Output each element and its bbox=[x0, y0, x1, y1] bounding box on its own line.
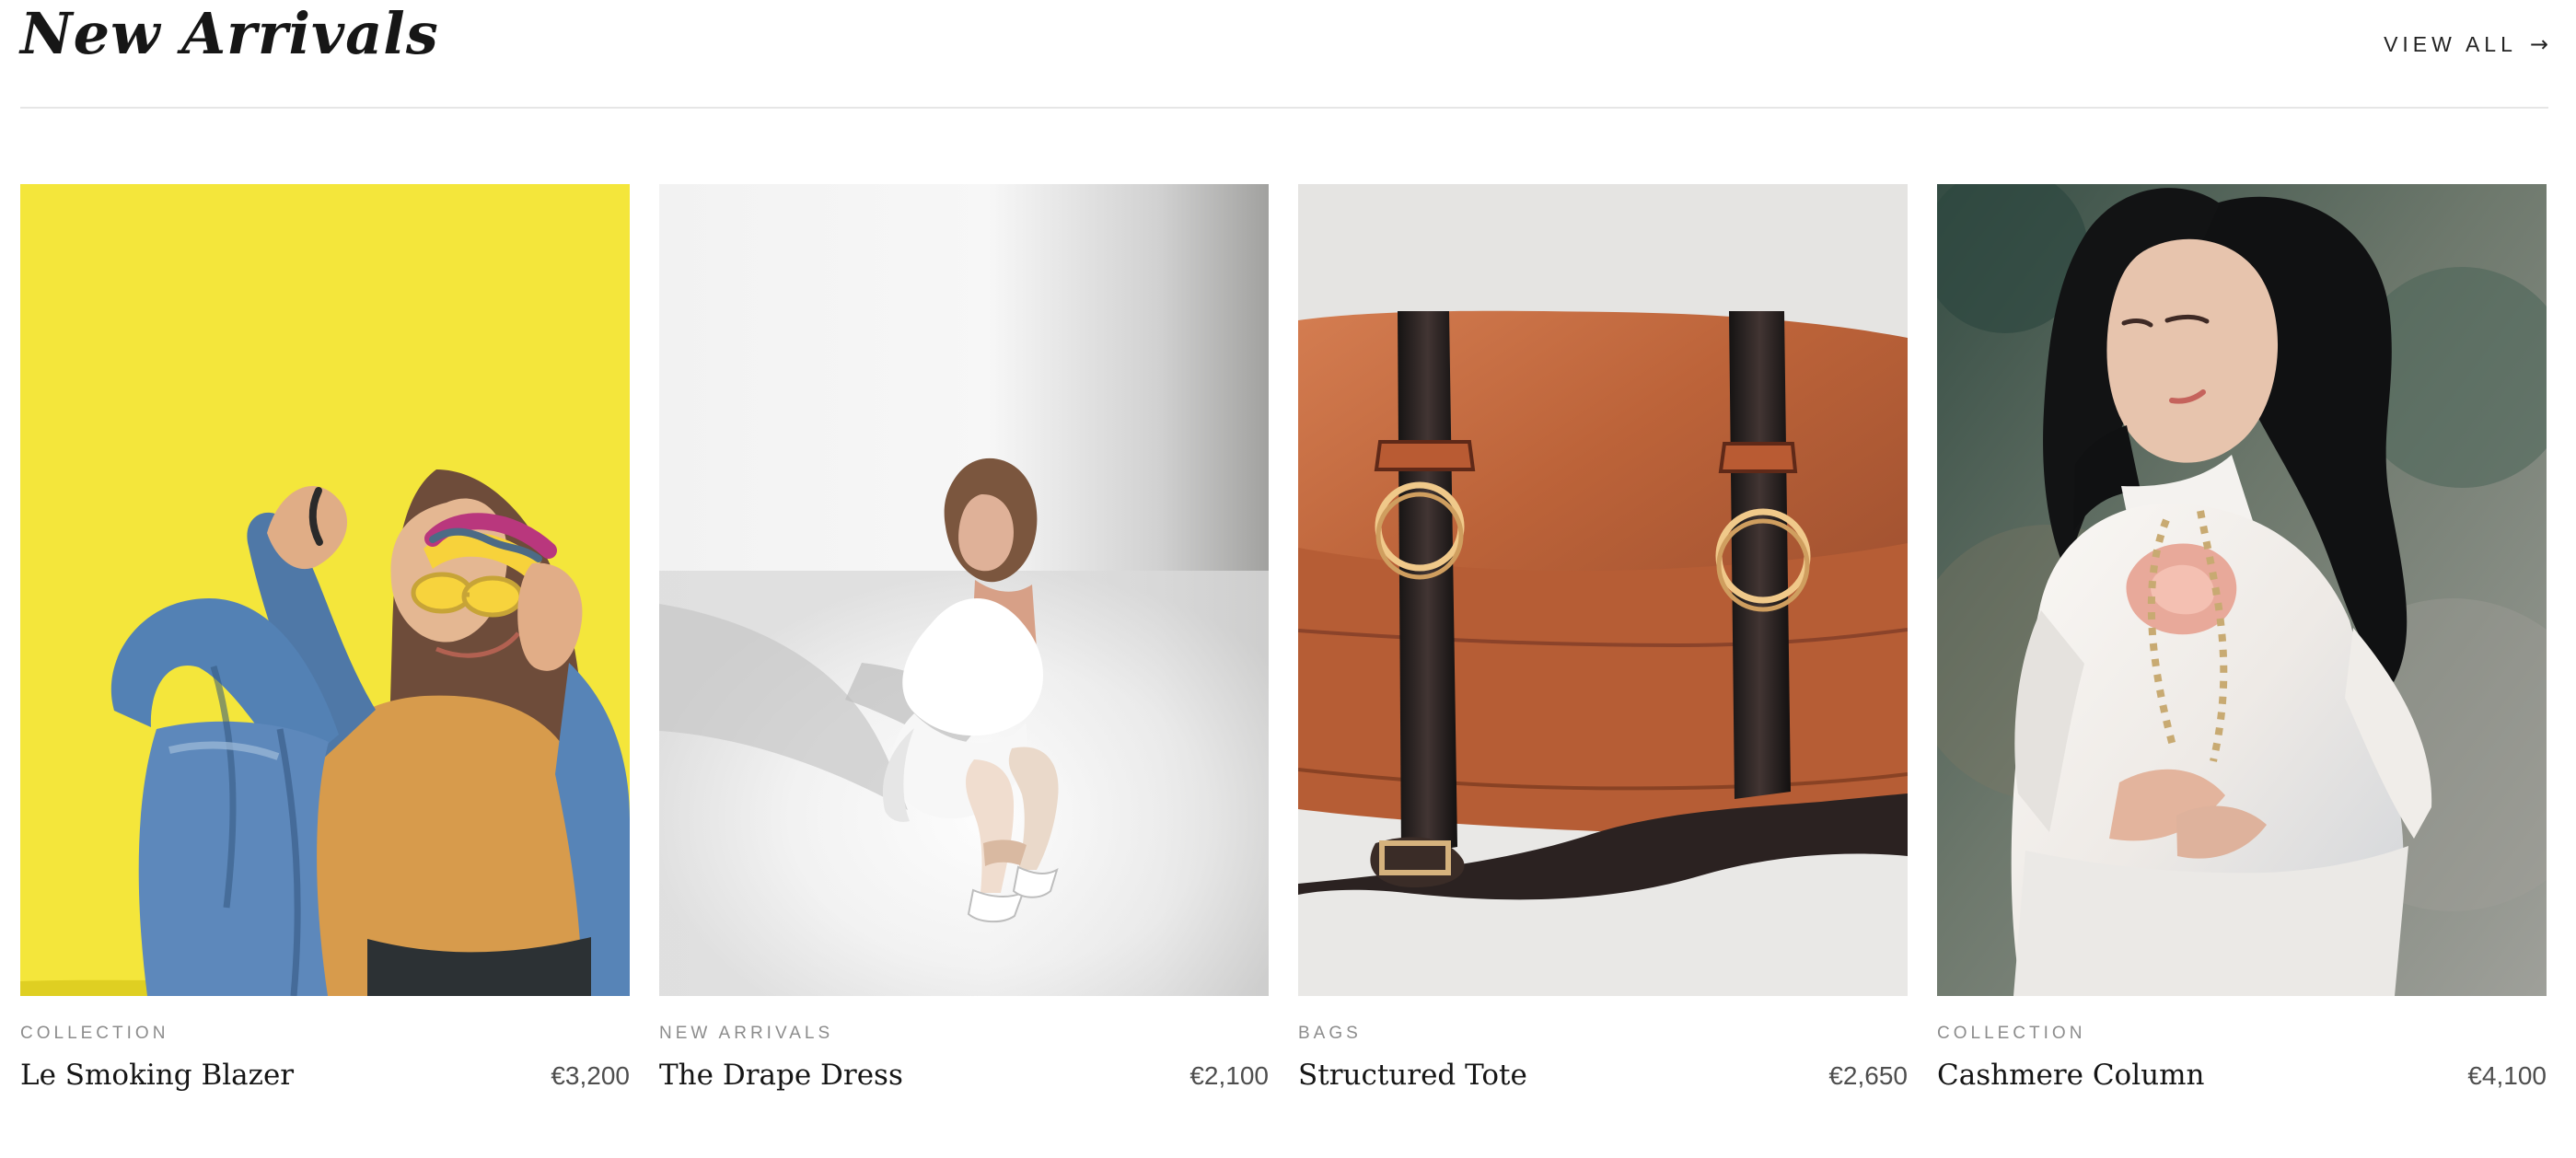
product-grid: COLLECTION Le Smoking Blazer €3,200 NEW … bbox=[20, 184, 2548, 1105]
section-title: New Arrivals bbox=[20, 0, 439, 67]
product-name[interactable]: Le Smoking Blazer bbox=[20, 1059, 294, 1092]
product-photo bbox=[20, 184, 630, 996]
product-image-white-embroidered-dress-model[interactable] bbox=[1937, 184, 2547, 996]
product-photo bbox=[659, 184, 1269, 996]
product-price: €2,100 bbox=[1189, 1061, 1269, 1090]
product-card-cashmere-column[interactable]: COLLECTION Cashmere Column €4,100 bbox=[1937, 184, 2547, 1105]
section-header: New Arrivals VIEW ALL → bbox=[20, 0, 2548, 109]
product-category: NEW ARRIVALS bbox=[659, 1024, 834, 1043]
product-price: €4,100 bbox=[2467, 1061, 2547, 1090]
product-meta: BAGS Structured Tote €2,650 bbox=[1298, 996, 1908, 1097]
product-name[interactable]: Structured Tote bbox=[1298, 1059, 1527, 1092]
product-card-the-drape-dress[interactable]: NEW ARRIVALS The Drape Dress €2,100 bbox=[659, 184, 1269, 1105]
product-price: €2,650 bbox=[1828, 1061, 1908, 1090]
product-meta: COLLECTION Cashmere Column €4,100 bbox=[1937, 996, 2547, 1097]
product-image-denim-jacket-model[interactable] bbox=[20, 184, 630, 996]
product-photo bbox=[1937, 184, 2547, 996]
view-all-label: VIEW ALL bbox=[2384, 31, 2517, 56]
product-title-row: Structured Tote €2,650 bbox=[1298, 1059, 1908, 1097]
product-category: COLLECTION bbox=[1937, 1024, 2086, 1043]
product-meta: NEW ARRIVALS The Drape Dress €2,100 bbox=[659, 996, 1269, 1097]
product-title-row: Cashmere Column €4,100 bbox=[1937, 1059, 2547, 1097]
product-category: BAGS bbox=[1298, 1024, 1362, 1043]
product-name[interactable]: The Drape Dress bbox=[659, 1059, 903, 1092]
product-name[interactable]: Cashmere Column bbox=[1937, 1059, 2204, 1092]
view-all-link[interactable]: VIEW ALL → bbox=[2384, 29, 2548, 59]
product-card-le-smoking-blazer[interactable]: COLLECTION Le Smoking Blazer €3,200 bbox=[20, 184, 630, 1105]
product-photo bbox=[1298, 184, 1908, 996]
arrow-right-icon: → bbox=[2529, 31, 2548, 57]
product-title-row: The Drape Dress €2,100 bbox=[659, 1059, 1269, 1097]
new-arrivals-section: New Arrivals VIEW ALL → COLLECTION Le Sm… bbox=[20, 0, 2548, 1158]
product-price: €3,200 bbox=[551, 1061, 630, 1090]
product-image-leather-bag[interactable] bbox=[1298, 184, 1908, 996]
product-category: COLLECTION bbox=[20, 1024, 169, 1043]
product-image-white-dress-model[interactable] bbox=[659, 184, 1269, 996]
product-meta: COLLECTION Le Smoking Blazer €3,200 bbox=[20, 996, 630, 1097]
product-card-structured-tote[interactable]: BAGS Structured Tote €2,650 bbox=[1298, 184, 1908, 1105]
product-title-row: Le Smoking Blazer €3,200 bbox=[20, 1059, 630, 1097]
